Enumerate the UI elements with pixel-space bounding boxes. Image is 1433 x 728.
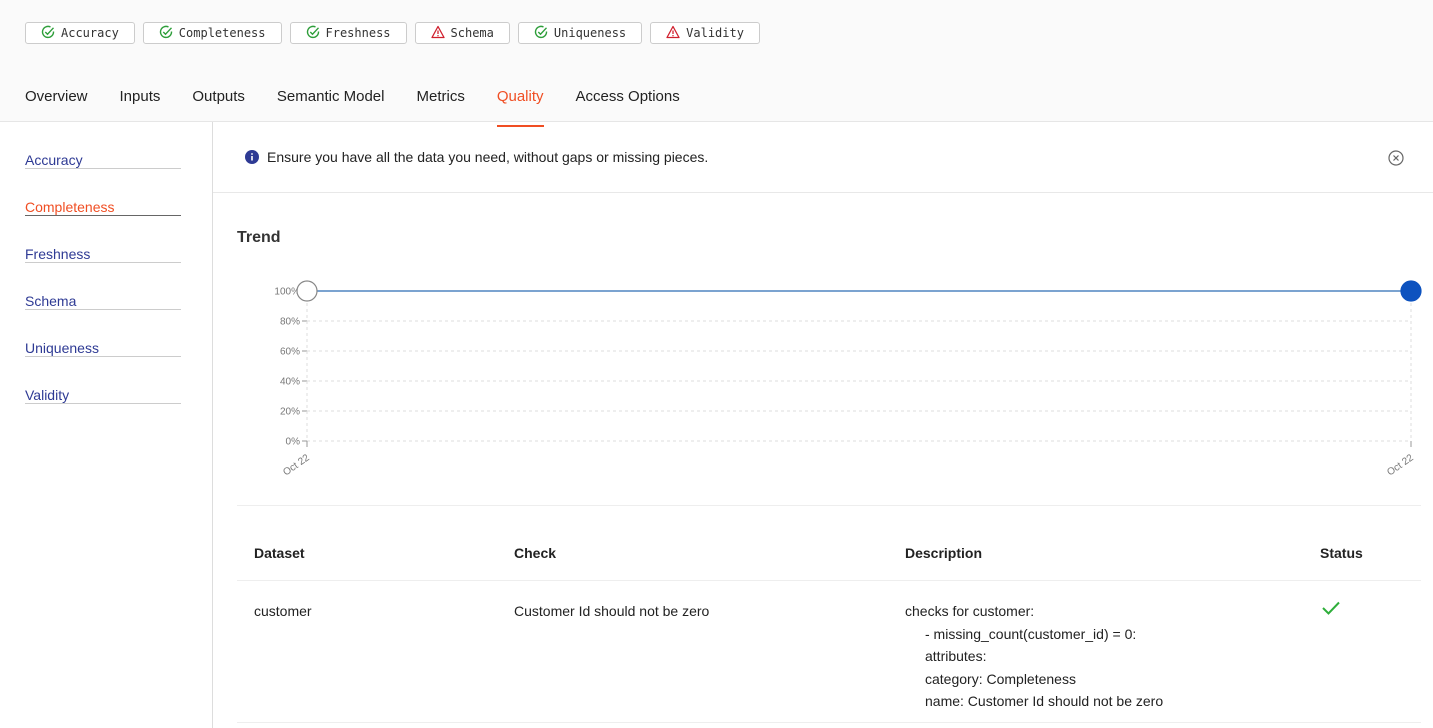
y-tick-label: 80% [280,317,300,328]
close-icon[interactable] [1388,150,1404,166]
badge-label: Accuracy [61,26,119,40]
description-line: name: Customer Id should not be zero [925,693,1164,709]
info-banner: Ensure you have all the data you need, w… [213,122,1433,193]
divider [237,580,1421,581]
column-header-check: Check [514,545,557,561]
badge-label: Freshness [325,26,391,40]
cell-check: Customer Id should not be zero [514,603,710,619]
description-line: attributes: [925,648,987,664]
sidebar-item-freshness[interactable]: Freshness [25,216,181,263]
info-icon [245,150,259,164]
column-header-status: Status [1320,545,1363,561]
trend-chart: 0% 20% 40% 60% 80% 100% Oct 22 Oct 22 [274,280,1422,478]
data-point [1400,280,1422,302]
sidebar-item-uniqueness[interactable]: Uniqueness [25,310,181,357]
sidebar-item-accuracy[interactable]: Accuracy [25,122,181,169]
badge-label: Uniqueness [553,26,627,40]
quality-badges: Accuracy Completeness Freshness Schema U… [25,22,760,44]
tab-metrics[interactable]: Metrics [416,88,464,116]
tab-bar: Overview Inputs Outputs Semantic Model M… [25,88,680,127]
warning-triangle-icon [666,25,680,42]
badge-schema[interactable]: Schema [414,22,510,44]
tab-access-options[interactable]: Access Options [576,88,680,116]
column-header-description: Description [905,545,983,561]
quality-sidebar: Accuracy Completeness Freshness Schema U… [0,122,213,728]
cell-description: checks for customer: - missing_count(cus… [905,600,1163,713]
badge-validity[interactable]: Validity [650,22,760,44]
badge-uniqueness[interactable]: Uniqueness [517,22,643,44]
check-icon [1322,601,1340,615]
y-tick-label: 0% [286,437,301,448]
badge-label: Completeness [178,26,266,40]
check-circle-icon [41,25,55,42]
badge-accuracy[interactable]: Accuracy [25,22,135,44]
badge-label: Schema [450,26,494,40]
x-tick-label: Oct 22 [1385,452,1416,478]
check-circle-icon [159,25,173,42]
sidebar-item-completeness[interactable]: Completeness [25,169,181,216]
check-circle-icon [534,25,548,42]
header: Accuracy Completeness Freshness Schema U… [0,0,1433,127]
badge-completeness[interactable]: Completeness [142,22,282,44]
warning-triangle-icon [430,25,445,42]
badge-label: Validity [686,26,744,40]
sidebar-item-validity[interactable]: Validity [25,357,181,404]
description-line: - missing_count(customer_id) = 0: [925,625,1137,642]
y-tick-label: 40% [280,377,300,388]
tab-quality[interactable]: Quality [496,88,544,127]
x-tick-label: Oct 22 [281,452,312,478]
tab-semantic-model[interactable]: Semantic Model [277,88,385,116]
description-line: category: Completeness [925,670,1076,687]
y-tick-label: 60% [280,347,300,358]
divider [237,722,1421,723]
sidebar-item-schema[interactable]: Schema [25,263,181,310]
cell-dataset: customer [254,603,312,619]
divider [237,505,1421,506]
check-circle-icon [306,25,320,42]
y-tick-label: 20% [280,407,300,418]
data-point [296,280,318,302]
tab-overview[interactable]: Overview [25,88,88,116]
column-header-dataset: Dataset [254,545,305,561]
tab-outputs[interactable]: Outputs [192,88,245,116]
badge-freshness[interactable]: Freshness [289,22,407,44]
description-line: checks for customer: [905,603,1035,619]
tab-inputs[interactable]: Inputs [120,88,161,116]
y-tick-label: 100% [274,287,300,298]
info-text: Ensure you have all the data you need, w… [267,149,709,165]
